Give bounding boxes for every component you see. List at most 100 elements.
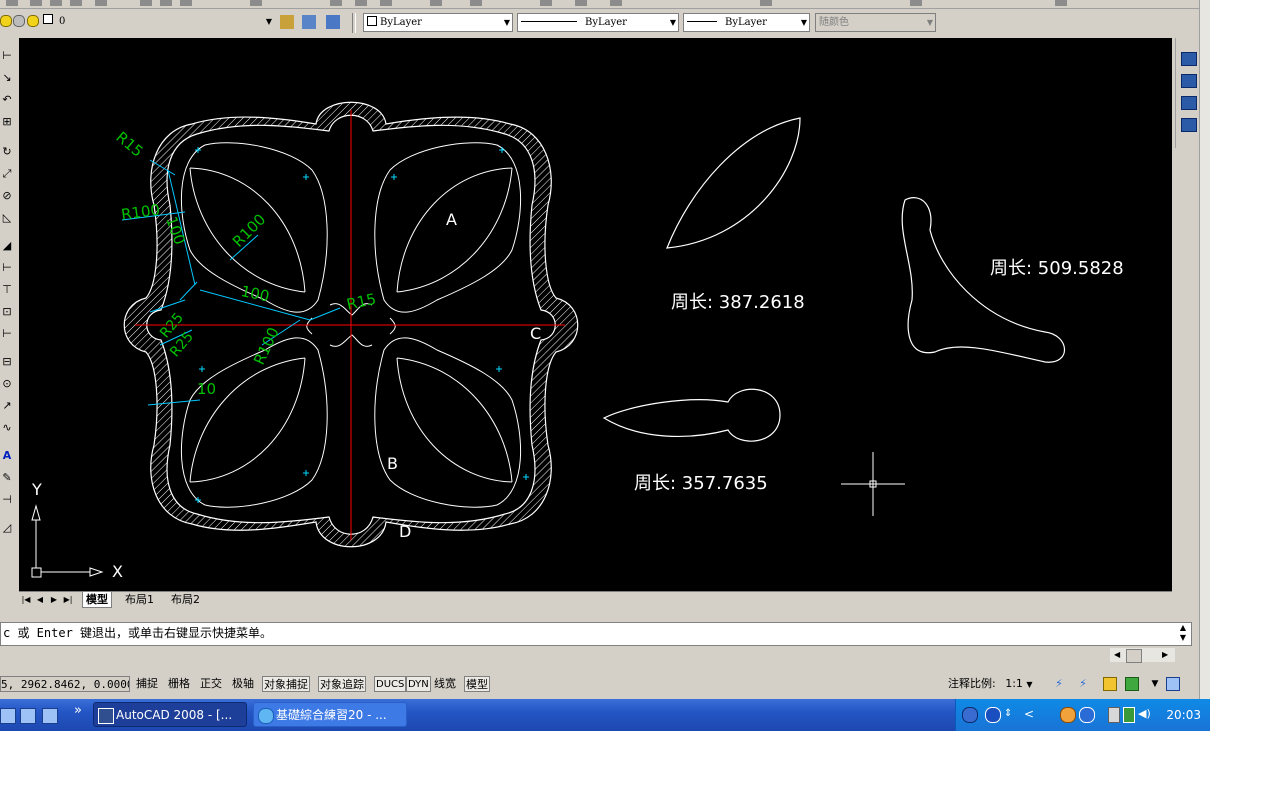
toggle-polar[interactable]: 极轴 (231, 676, 255, 692)
toolbar-icon[interactable] (430, 0, 442, 6)
toggle-model[interactable]: 模型 (464, 676, 490, 692)
edit-text-icon[interactable]: ✎ (0, 470, 14, 486)
send-to-back-icon[interactable] (1181, 74, 1197, 88)
dim-aligned-icon[interactable]: ⊢ (0, 260, 14, 276)
command-scrollbar[interactable]: ▲ ▼ (1175, 623, 1191, 645)
toolbar-icon[interactable] (540, 0, 552, 6)
line-tool-icon[interactable]: ⊢ (0, 48, 14, 64)
toggle-ortho[interactable]: 正交 (199, 676, 223, 692)
toolbar-icon[interactable] (610, 0, 622, 6)
dim-baseline-icon[interactable]: ⊢ (0, 326, 14, 342)
toolbar-icon[interactable] (910, 0, 922, 6)
send-under-icon[interactable] (1181, 118, 1197, 132)
scroll-right-icon[interactable]: ▶ (1162, 648, 1168, 662)
bring-above-icon[interactable] (1181, 96, 1197, 110)
toolbar-icon[interactable] (470, 0, 482, 6)
polyline-tool-icon[interactable]: ↘ (0, 70, 14, 86)
scroll-thumb[interactable] (1126, 649, 1142, 663)
clean-screen-icon[interactable] (1166, 677, 1180, 691)
arc-tool-icon[interactable]: ↶ (0, 92, 14, 108)
linetype-select[interactable]: ByLayer ▼ (517, 13, 679, 32)
layer-states-icon[interactable] (302, 15, 316, 29)
toolbar-icon[interactable] (6, 0, 18, 6)
toolbar-icon[interactable] (95, 0, 107, 6)
device-icon[interactable] (1108, 707, 1120, 723)
tab-layout2[interactable]: 布局2 (168, 592, 203, 607)
quick-launch-icon[interactable] (42, 708, 58, 724)
lock-icon[interactable] (27, 15, 39, 27)
toolbar-icon[interactable] (250, 0, 262, 6)
communication-center-icon[interactable] (1125, 677, 1139, 691)
toggle-ducs[interactable]: DUCS (374, 676, 407, 692)
toolbar-icon[interactable] (760, 0, 772, 6)
show-desktop-icon[interactable] (0, 708, 16, 724)
quick-launch-icon[interactable] (20, 708, 36, 724)
color-select[interactable]: ByLayer ▼ (363, 13, 513, 32)
network-icon[interactable] (1123, 707, 1135, 723)
dim-linear-icon[interactable]: ◢ (0, 238, 14, 254)
toolbar-icon[interactable] (330, 0, 342, 6)
toolbar-icon[interactable] (30, 0, 42, 6)
task-browser[interactable]: 基礎綜合練習20 - ... (253, 702, 407, 727)
toggle-lineweight[interactable]: 线宽 (433, 676, 457, 692)
toolbar-icon[interactable] (50, 0, 62, 6)
toolbar-icon[interactable] (160, 0, 172, 6)
chevron-left-icon[interactable]: < (1024, 707, 1038, 721)
toolbar-icon[interactable] (70, 0, 82, 6)
horizontal-scrollbar[interactable]: ◀ ▶ (1110, 648, 1175, 663)
auto-scale-icon[interactable]: ⚡ (1076, 677, 1090, 691)
dim-style-icon[interactable]: ⊣ (0, 492, 14, 508)
bring-to-front-icon[interactable] (1181, 52, 1197, 66)
array-tool-icon[interactable]: ⊞ (0, 114, 14, 130)
scroll-left-icon[interactable]: ◀ (1114, 648, 1120, 662)
toolbar-icon[interactable] (140, 0, 152, 6)
toggle-otrack[interactable]: 对象追踪 (318, 676, 366, 692)
drawing-canvas[interactable]: A B C D Y X 周长: 387.2618 周长: 509.5828 周长… (19, 38, 1172, 591)
dim-continue-icon[interactable]: ⊟ (0, 354, 14, 370)
annotation-visibility-icon[interactable]: ⚡ (1052, 677, 1066, 691)
tab-layout1[interactable]: 布局1 (122, 592, 157, 607)
dim-radius-icon[interactable]: ⊡ (0, 304, 14, 320)
make-current-icon[interactable] (326, 15, 340, 29)
quick-launch-overflow[interactable]: » (74, 703, 82, 718)
task-autocad[interactable]: AutoCAD 2008 - [... (93, 702, 247, 727)
shield-icon[interactable] (1079, 707, 1095, 723)
command-line[interactable]: c 或 Enter 键退出，或单击右键显示快捷菜单。 (0, 622, 1192, 646)
lineweight-select[interactable]: ByLayer ▼ (683, 13, 810, 32)
dim-update-icon[interactable]: ◿ (0, 520, 14, 536)
next-tab-icon[interactable]: ▶ (49, 594, 59, 605)
toolbar-icon[interactable] (355, 0, 367, 6)
coordinate-readout[interactable]: 5, 2962.8462, 0.0000 (0, 676, 130, 692)
text-tool-icon[interactable]: A (0, 448, 14, 464)
caret-icon[interactable]: ⇕ (1004, 707, 1018, 721)
prev-tab-icon[interactable]: ◀ (35, 594, 45, 605)
first-tab-icon[interactable]: |◀ (21, 594, 31, 605)
help-icon[interactable] (985, 707, 1001, 723)
status-menu-arrow-icon[interactable]: ▼ (1148, 677, 1162, 691)
vertical-scrollbar[interactable] (1199, 0, 1210, 731)
lock-icon[interactable] (1103, 677, 1117, 691)
volume-icon[interactable]: ◀) (1138, 707, 1152, 721)
chamfer-tool-icon[interactable]: ◺ (0, 210, 14, 226)
ime-icon[interactable] (962, 707, 978, 723)
toggle-grid[interactable]: 栅格 (167, 676, 191, 692)
lightbulb-icon[interactable] (0, 15, 12, 27)
leader-icon[interactable]: ↗ (0, 398, 14, 414)
scale-tool-icon[interactable]: ⤢ (0, 166, 14, 182)
toolbar-icon[interactable] (575, 0, 587, 6)
last-tab-icon[interactable]: ▶| (63, 594, 73, 605)
center-mark-icon[interactable]: ⊙ (0, 376, 14, 392)
toggle-osnap[interactable]: 对象捕捉 (262, 676, 310, 692)
annotation-scale[interactable]: 注释比例: 1:1 ▼ (948, 676, 1033, 692)
tab-model[interactable]: 模型 (82, 592, 112, 608)
toolbar-icon[interactable] (1055, 0, 1067, 6)
rotate-tool-icon[interactable]: ↻ (0, 144, 14, 160)
toolbar-icon[interactable] (380, 0, 392, 6)
spline-tool-icon[interactable]: ∿ (0, 420, 14, 436)
toolbar-icon[interactable] (180, 0, 192, 6)
circle-tool-icon[interactable]: ⊘ (0, 188, 14, 204)
dim-ordinate-icon[interactable]: ⊤ (0, 282, 14, 298)
toggle-snap[interactable]: 捕捉 (135, 676, 159, 692)
freeze-icon[interactable] (13, 15, 25, 27)
tray-app-icon[interactable] (1060, 707, 1076, 723)
